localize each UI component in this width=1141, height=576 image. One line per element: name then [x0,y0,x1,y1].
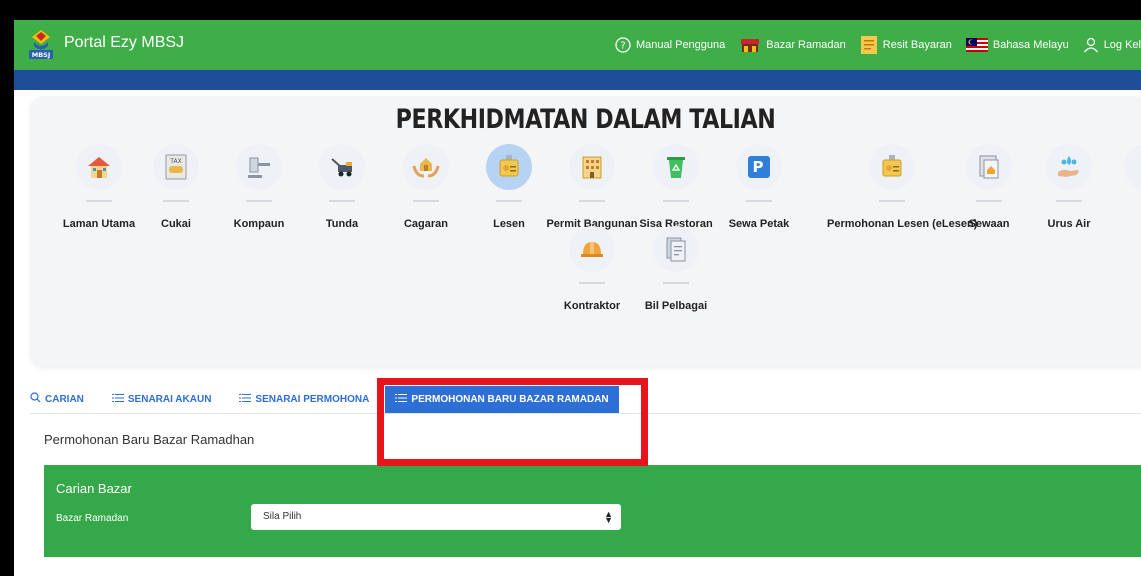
nav-resit-label: Resit Bayaran [882,39,952,51]
gavel-icon [236,144,282,190]
stall-icon [739,36,761,54]
service-label: Urus Air [1047,218,1091,230]
help-circle-icon: ? [615,37,631,53]
tab-senarai-permohonan[interactable]: SENARAI PERMOHONA [239,393,371,406]
house-icon [76,144,122,190]
top-nav: ? Manual Pengguna Bazar Ramadan Resit Ba… [615,20,1141,70]
hands-house-icon [403,144,449,190]
svg-text:P: P [753,158,764,176]
bill-icon [653,226,699,272]
tab-senarai-akaun[interactable]: SENARAI AKAUN [111,393,212,406]
svg-text:MBSJ: MBSJ [32,51,51,59]
service-divider [976,200,1002,202]
svg-text:?: ? [620,41,625,52]
carian-bazar-panel: Carian Bazar Bazar Ramadan Sila Pilih ▲ ▼ [44,465,1141,557]
service-divider [163,200,189,202]
select-arrows-icon: ▲ ▼ [604,509,613,525]
service-label: Bil Pelbagai [644,300,708,312]
service-divider [579,200,605,202]
service-divider [246,200,272,202]
nav-bazar-ramadan[interactable]: Bazar Ramadan [739,36,846,54]
nav-logout-label: Log Kel [1103,39,1141,51]
service-divider [663,282,689,284]
service-divider [663,200,689,202]
tax-icon: TAX [153,144,199,190]
nav-manual-pengguna[interactable]: ? Manual Pengguna [615,37,725,53]
service-bil-pelbagai[interactable]: Bil Pelbagai [626,226,726,312]
partial-service-icon [1124,144,1141,190]
service-divider [329,200,355,202]
list-icon [239,393,252,406]
section-title: Permohonan Baru Bazar Ramadhan [44,432,255,447]
svg-text:TAX: TAX [169,158,181,165]
malaysia-flag-icon [965,38,988,52]
services-card: PERKHIDMATAN DALAM TALIAN Laman Utama TA… [30,96,1141,366]
service-divider [879,200,905,202]
tab-carian-label: CARIAN [45,393,84,405]
tow-truck-icon [319,144,365,190]
recycle-bin-icon [653,144,699,190]
building-icon [569,144,615,190]
header-strip [14,70,1141,90]
page: MBSJ Portal Ezy MBSJ ? Manual Pengguna B… [14,20,1141,576]
license-badge-icon [486,144,532,190]
service-sewa-petak[interactable]: P Sewa Petak [709,144,809,230]
top-header: MBSJ Portal Ezy MBSJ ? Manual Pengguna B… [14,20,1141,70]
list-icon [111,393,124,406]
services-title: PERKHIDMATAN DALAM TALIAN [395,104,776,135]
hardhat-icon [569,226,615,272]
left-black-border [0,0,14,576]
nav-language[interactable]: Bahasa Melayu [965,38,1069,52]
service-elesen[interactable]: Permohonan Lesen (eLesen) [827,144,978,230]
parking-icon: P [736,144,782,190]
bazar-ramadan-label: Bazar Ramadan [56,513,129,524]
tab-senarai-permohonan-label: SENARAI PERMOHONA [255,393,370,405]
document-house-icon [966,144,1012,190]
tab-senarai-akaun-label: SENARAI AKAUN [127,393,212,405]
select-value: Sila Pilih [263,511,302,522]
receipt-icon [860,35,878,55]
mbsj-logo-icon[interactable]: MBSJ [28,28,54,60]
service-divider [496,200,522,202]
nav-logout[interactable]: Log Kel [1083,37,1141,53]
service-divider [579,282,605,284]
app-title[interactable]: Portal Ezy MBSJ [64,34,184,52]
service-divider [413,200,439,202]
nav-manual-label: Manual Pengguna [635,39,726,51]
form-title: Carian Bazar [56,481,132,496]
nav-language-label: Bahasa Melayu [992,39,1069,51]
service-divider [86,200,112,202]
bazar-ramadan-select[interactable]: Sila Pilih ▲ ▼ [251,504,621,530]
highlight-box [377,378,648,466]
nav-bazar-label: Bazar Ramadan [766,39,846,51]
nav-resit-bayaran[interactable]: Resit Bayaran [860,35,952,55]
service-divider [1056,200,1082,202]
top-black-border [0,0,1141,20]
screenshot-frame: MBSJ Portal Ezy MBSJ ? Manual Pengguna B… [0,0,1141,576]
service-partial[interactable] [1104,144,1141,190]
water-hand-icon [1046,144,1092,190]
search-icon [30,392,41,406]
license-badge-icon [869,144,915,190]
service-label: Permohonan Lesen (eLesen) [827,218,978,230]
tab-carian[interactable]: CARIAN [30,392,84,406]
service-divider [746,200,772,202]
user-icon [1083,37,1099,53]
